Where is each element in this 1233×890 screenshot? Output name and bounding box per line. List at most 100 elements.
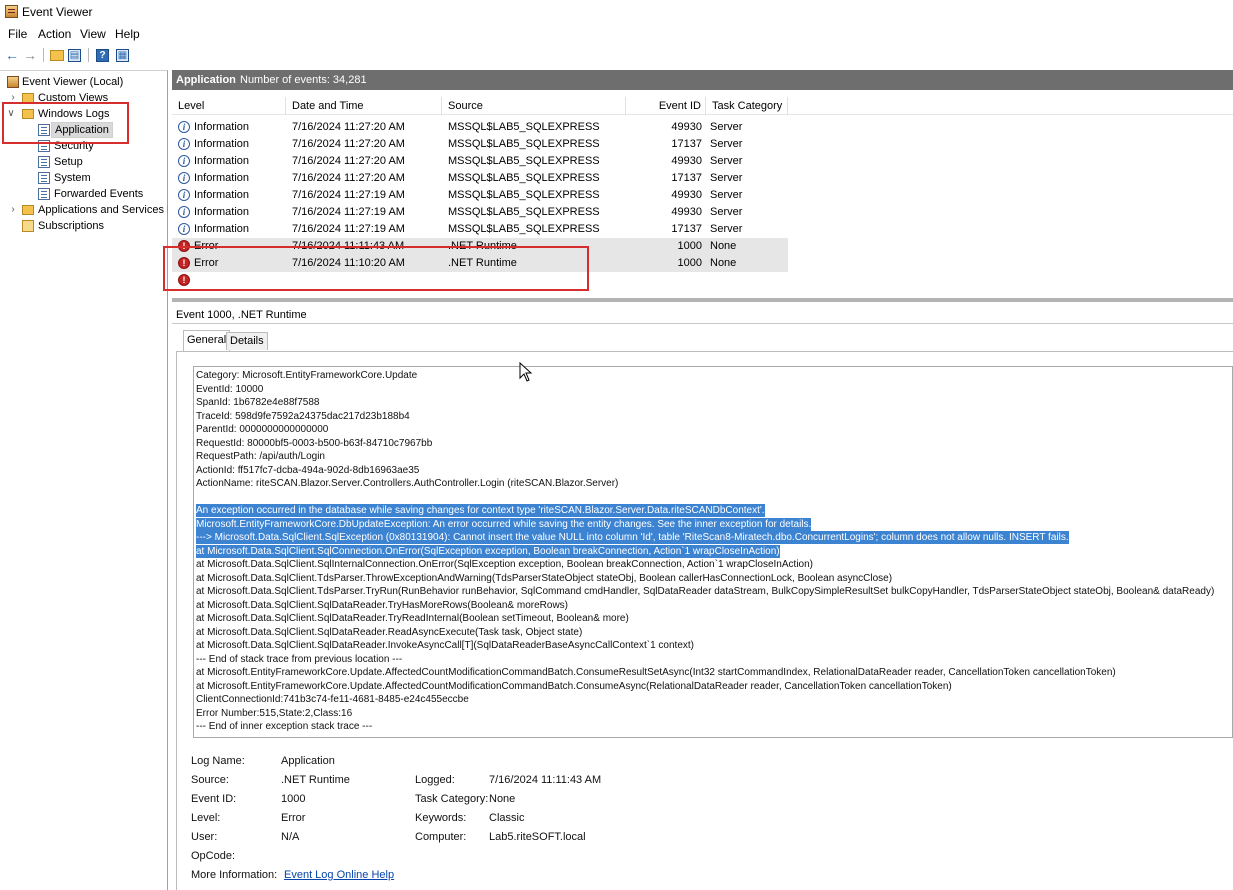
navigation-tree: Event Viewer (Local) › Custom Views ∨ Wi…	[0, 70, 168, 890]
opcode-label: OpCode:	[191, 850, 236, 862]
tree-item-system[interactable]: System	[0, 170, 168, 186]
user-value: N/A	[281, 831, 300, 843]
cell-category: Server	[710, 189, 743, 201]
cell-id: 1000	[677, 240, 702, 252]
tree-label: Forwarded Events	[54, 188, 144, 200]
message-line: ---> Microsoft.Data.SqlClient.SqlExcepti…	[196, 531, 1069, 544]
tree-item-apps-services[interactable]: › Applications and Services Lo	[0, 202, 168, 218]
annotation-box	[2, 102, 129, 144]
event-properties: Log Name: Application Source: .NET Runti…	[191, 755, 1231, 890]
source-label: Source:	[191, 774, 229, 786]
message-line: TraceId: 598d9fe7592a24375dac217d23b188b…	[196, 410, 410, 422]
log-icon	[38, 188, 50, 200]
table-row[interactable]: i Information 7/16/2024 11:27:20 AM MSSQL$L…	[172, 136, 788, 153]
message-line: Error Number:515,State:2,Class:16	[196, 707, 353, 719]
logged-label: Logged:	[415, 774, 455, 786]
message-line: at Microsoft.Data.SqlClient.SqlDataReade…	[196, 626, 583, 638]
cell-category: Server	[710, 172, 743, 184]
information-icon: i	[178, 172, 190, 184]
title-bar: Event Viewer	[0, 0, 1233, 24]
tree-label: Event Viewer (Local)	[22, 76, 124, 88]
cell-level: Information	[194, 223, 250, 235]
back-arrow-icon[interactable]: ←	[4, 47, 20, 63]
column-header-date[interactable]: Date and Time	[286, 97, 442, 115]
message-line: Microsoft.EntityFrameworkCore.DbUpdateEx…	[196, 517, 812, 531]
event-message[interactable]: Category: Microsoft.EntityFrameworkCore.…	[193, 366, 1233, 738]
chevron-right-icon[interactable]: ›	[8, 202, 18, 218]
column-header-event-id[interactable]: Event ID	[626, 97, 706, 115]
message-line: at Microsoft.Data.SqlClient.SqlConnectio…	[196, 544, 780, 558]
cell-id: 17137	[671, 223, 702, 235]
cell-category: Server	[710, 121, 743, 133]
computer-label: Computer:	[415, 831, 467, 843]
cell-id: 49930	[671, 189, 702, 201]
message-line: RequestId: 80000bf5-0003-b500-b63f-84710…	[196, 437, 433, 449]
event-viewer-icon	[5, 5, 18, 18]
table-row[interactable]: i Information 7/16/2024 11:27:19 AM MSSQL$L…	[172, 204, 788, 221]
cell-category: None	[710, 257, 737, 269]
annotation-box	[163, 246, 589, 291]
log-name: Application	[176, 74, 236, 86]
column-header-level[interactable]: Level	[172, 97, 286, 115]
cell-source: MSSQL$LAB5_SQLEXPRESS	[448, 206, 600, 218]
table-row[interactable]: i Information 7/16/2024 11:27:19 AM MSSQL$L…	[172, 221, 788, 238]
level-label: Level:	[191, 812, 221, 824]
information-icon: i	[178, 189, 190, 201]
help-icon[interactable]: ?	[96, 49, 109, 62]
forward-arrow-icon[interactable]: →	[22, 47, 38, 63]
tab-general[interactable]: General	[183, 330, 231, 351]
cell-source: MSSQL$LAB5_SQLEXPRESS	[448, 189, 600, 201]
properties-icon[interactable]: ▤	[68, 49, 81, 62]
pane-splitter[interactable]	[172, 298, 1233, 302]
detail-header: Event 1000, .NET Runtime	[172, 304, 1233, 324]
menu-action[interactable]: Action	[36, 27, 73, 41]
tree-item-root[interactable]: Event Viewer (Local)	[0, 74, 168, 90]
message-line: --- End of inner exception stack trace -…	[196, 721, 373, 732]
cell-source: MSSQL$LAB5_SQLEXPRESS	[448, 172, 600, 184]
column-header-task-category[interactable]: Task Category	[706, 97, 788, 115]
toolbar-separator	[43, 48, 44, 62]
cell-id: 1000	[677, 257, 702, 269]
tree-item-subscriptions[interactable]: Subscriptions	[0, 218, 168, 234]
information-icon: i	[178, 121, 190, 133]
event-count: Number of events: 34,281	[240, 74, 367, 86]
event-log-online-help-link[interactable]: Event Log Online Help	[284, 869, 394, 881]
tree-item-forwarded-events[interactable]: Forwarded Events	[0, 186, 168, 202]
table-row[interactable]: i Information 7/16/2024 11:27:20 AM MSSQL$L…	[172, 119, 788, 136]
task-category-label: Task Category:	[415, 793, 489, 805]
table-row[interactable]: i Information 7/16/2024 11:27:19 AM MSSQL$L…	[172, 187, 788, 204]
folder-open-icon[interactable]	[50, 50, 64, 61]
menu-help[interactable]: Help	[113, 27, 142, 41]
console-icon[interactable]: ▦	[116, 49, 129, 62]
detail-title: Event 1000, .NET Runtime	[176, 309, 307, 321]
message-line: at Microsoft.Data.SqlClient.SqlDataReade…	[196, 613, 629, 624]
menu-file[interactable]: File	[6, 27, 29, 41]
information-icon: i	[178, 138, 190, 150]
message-line: EventId: 10000	[196, 383, 264, 395]
level-value: Error	[281, 812, 306, 824]
cell-category: Server	[710, 138, 743, 150]
cell-level: Information	[194, 206, 250, 218]
cell-id: 49930	[671, 121, 702, 133]
cell-date: 7/16/2024 11:27:19 AM	[292, 189, 405, 201]
cell-id: 49930	[671, 155, 702, 167]
source-value: .NET Runtime	[281, 774, 350, 786]
cell-category: Server	[710, 223, 743, 235]
logged-value: 7/16/2024 11:11:43 AM	[489, 774, 602, 786]
log-icon	[38, 172, 50, 184]
message-line: ActionName: riteSCAN.Blazor.Server.Contr…	[196, 478, 619, 489]
message-line: at Microsoft.Data.SqlClient.TdsParser.Tr…	[196, 586, 1215, 597]
cell-category: None	[710, 240, 737, 252]
table-row[interactable]: i Information 7/16/2024 11:27:20 AM MSSQL$L…	[172, 153, 788, 170]
keywords-value: Classic	[489, 812, 525, 824]
toolbar: ← → ▤ ? ▦	[0, 44, 1233, 66]
tree-item-setup[interactable]: Setup	[0, 154, 168, 170]
tree-label: Subscriptions	[38, 220, 105, 232]
event-id-value: 1000	[281, 793, 306, 805]
tab-details[interactable]: Details	[226, 332, 268, 350]
table-row[interactable]: i Information 7/16/2024 11:27:20 AM MSSQL$L…	[172, 170, 788, 187]
column-header-source[interactable]: Source	[442, 97, 626, 115]
cell-category: Server	[710, 206, 743, 218]
event-viewer-icon	[7, 76, 19, 88]
menu-view[interactable]: View	[78, 27, 108, 41]
